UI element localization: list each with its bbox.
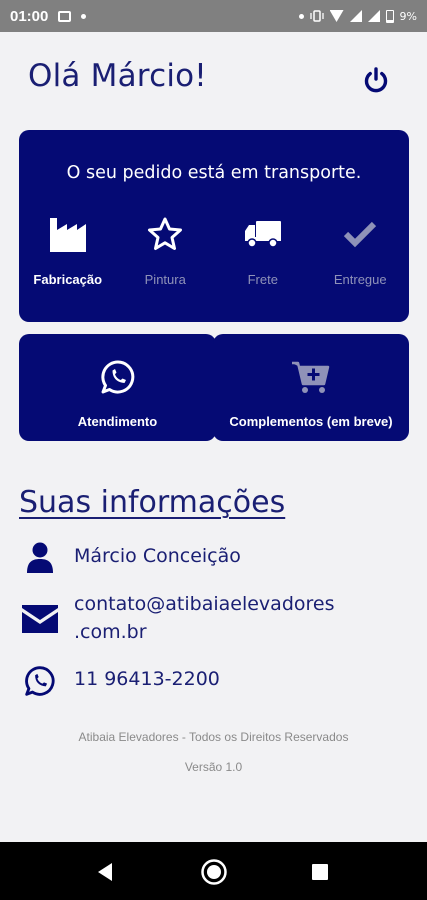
step-label: Pintura: [144, 272, 186, 287]
info-heading: Suas informações: [19, 485, 286, 520]
vibrate-icon: [309, 10, 324, 22]
battery-icon: [385, 9, 394, 23]
signal-icon: [349, 10, 362, 22]
greeting-title: Olá Márcio!: [28, 58, 207, 94]
order-status-card: O seu pedido está em transporte. Fabrica…: [19, 130, 409, 322]
home-icon: [201, 859, 227, 885]
info-email-row: contato@atibaiaelevadores .com.br: [20, 590, 335, 646]
step-entregue: Entregue: [312, 214, 410, 287]
cart-plus-icon: [292, 361, 330, 393]
step-fabricacao: Fabricação: [19, 214, 117, 287]
footer-rights: Atibaia Elevadores - Todos os Direitos R…: [78, 730, 349, 744]
status-time: 01:00: [10, 7, 49, 25]
wifi-icon: [329, 10, 344, 22]
atendimento-label: Atendimento: [77, 414, 158, 429]
check-icon: [344, 221, 377, 248]
atendimento-button[interactable]: Atendimento: [19, 334, 216, 441]
whatsapp-icon: [100, 360, 134, 394]
status-bar: 01:00 9%: [0, 0, 427, 32]
factory-icon: [49, 218, 86, 252]
dot-icon: [81, 13, 87, 19]
power-button[interactable]: [358, 62, 394, 98]
complementos-button[interactable]: Complementos (em breve): [213, 334, 409, 441]
user-icon: [27, 542, 53, 573]
step-label: Fabricação: [33, 272, 103, 287]
user-email: contato@atibaiaelevadores .com.br: [74, 590, 335, 646]
info-name-row: Márcio Conceição: [20, 542, 241, 574]
system-nav-bar: [0, 842, 427, 900]
battery-level: 9%: [399, 9, 417, 23]
back-button[interactable]: [96, 862, 114, 886]
user-email-line1: contato@atibaiaelevadores: [74, 593, 335, 615]
home-button[interactable]: [200, 858, 228, 890]
step-pintura: Pintura: [117, 214, 215, 287]
user-email-line2: .com.br: [74, 621, 147, 643]
complementos-label: Complementos (em breve): [229, 414, 393, 429]
dot-icon: [298, 13, 304, 19]
image-icon: [58, 10, 72, 22]
star-icon: [148, 217, 183, 250]
order-steps: Fabricação Pintura Frete Entregue: [19, 214, 409, 287]
back-icon: [98, 863, 112, 881]
signal-icon: [367, 10, 380, 22]
info-phone-row: 11 96413-2200: [20, 665, 220, 697]
user-phone: 11 96413-2200: [74, 668, 220, 690]
order-status-title: O seu pedido está em transporte.: [66, 163, 362, 183]
footer-version: Versão 1.0: [184, 760, 243, 774]
power-icon: [364, 67, 388, 93]
envelope-icon: [22, 605, 58, 633]
truck-icon: [244, 221, 281, 248]
step-label: Frete: [247, 272, 278, 287]
recents-button[interactable]: [311, 863, 329, 885]
recents-icon: [312, 864, 328, 880]
user-name: Márcio Conceição: [74, 545, 241, 567]
step-frete: Frete: [214, 214, 312, 287]
whatsapp-icon: [25, 666, 55, 696]
step-label: Entregue: [333, 272, 387, 287]
